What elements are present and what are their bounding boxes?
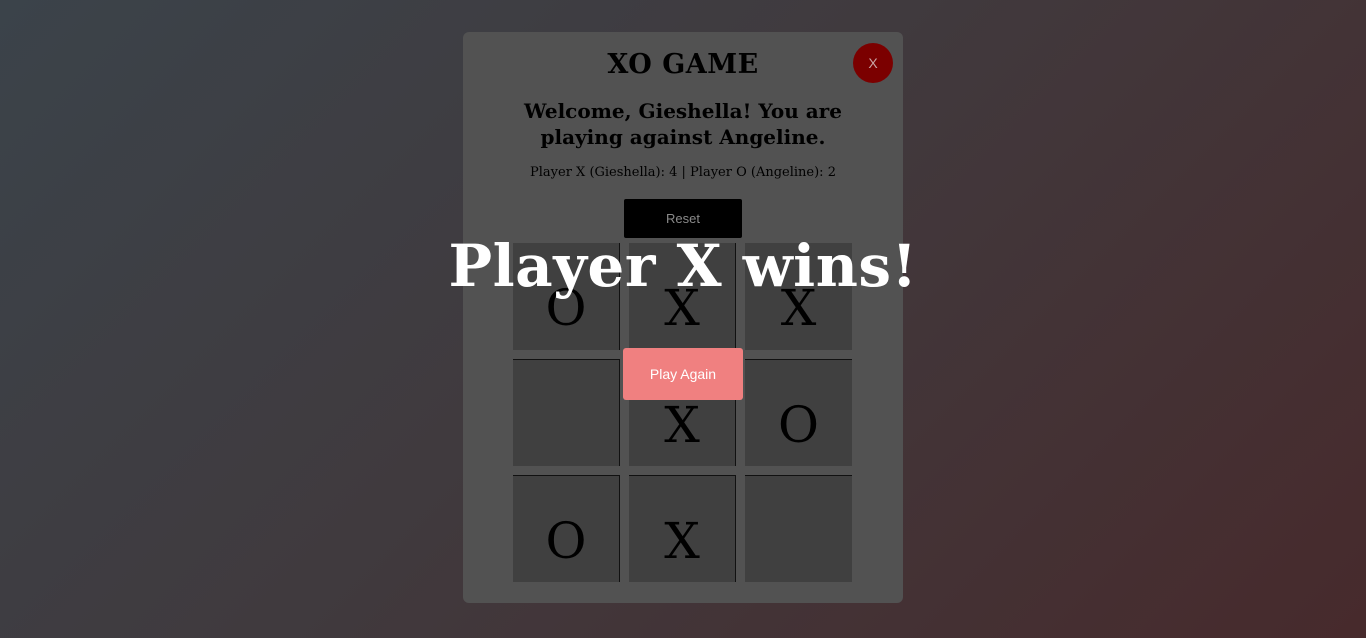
board-cell-4[interactable] bbox=[513, 359, 620, 466]
board-cell-7[interactable]: O bbox=[513, 475, 620, 582]
play-again-button[interactable]: Play Again bbox=[623, 348, 743, 400]
score-display: Player X (Gieshella): 4 | Player O (Ange… bbox=[530, 165, 836, 180]
board-cell-6[interactable]: O bbox=[745, 359, 852, 466]
board-cell-8[interactable]: X bbox=[629, 475, 736, 582]
winner-message: Player X wins! bbox=[448, 232, 918, 300]
welcome-message: Welcome, Gieshella! You are playing agai… bbox=[524, 99, 842, 149]
close-button[interactable]: X bbox=[853, 43, 893, 83]
game-title: XO GAME bbox=[607, 49, 759, 80]
board-cell-9[interactable] bbox=[745, 475, 852, 582]
